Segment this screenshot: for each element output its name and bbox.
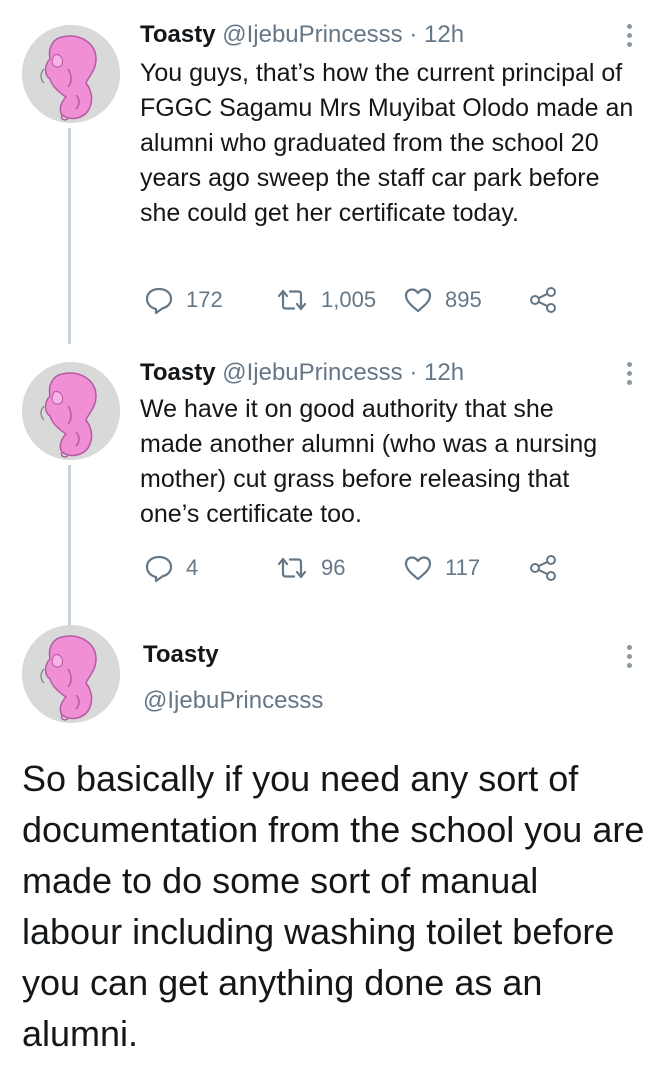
thread-tweet-1[interactable]: Toasty @IjebuPrincesss · 12h You guys, t… [0, 0, 661, 344]
tweet-text: So basically if you need any sort of doc… [22, 758, 645, 1054]
retweet-button[interactable]: 1,005 [275, 285, 376, 315]
display-name[interactable]: Toasty [143, 641, 219, 669]
separator-dot: · [409, 21, 418, 48]
tweet-header: Toasty @IjebuPrincesss · 12h [140, 358, 464, 388]
tweet-actions: 4 96 117 [140, 553, 580, 583]
retweet-icon [277, 289, 307, 311]
avatar[interactable] [22, 362, 120, 460]
retweet-button[interactable]: 96 [275, 553, 345, 583]
more-vertical-icon[interactable] [627, 24, 633, 51]
like-button[interactable]: 895 [403, 285, 482, 315]
tweet-actions: 172 1,005 895 [140, 285, 580, 315]
share-icon [530, 287, 556, 313]
tweet-header: Toasty @IjebuPrincesss · 12h [140, 20, 464, 50]
like-count: 895 [445, 287, 482, 312]
thread-connector-line [68, 465, 71, 628]
retweet-icon [277, 557, 307, 579]
heart-icon [404, 288, 432, 313]
avatar[interactable] [22, 25, 120, 123]
user-handle[interactable]: @IjebuPrincesss [143, 687, 323, 715]
main-tweet[interactable]: Toasty @IjebuPrincesss So basically if y… [0, 625, 661, 1067]
share-button[interactable] [528, 553, 570, 583]
retweet-count: 1,005 [321, 287, 377, 312]
separator-dot: · [409, 359, 418, 386]
reply-count: 4 [186, 555, 199, 580]
reply-button[interactable]: 4 [144, 553, 198, 583]
tweet-text: We have it on good authority that she ma… [140, 395, 598, 528]
like-button[interactable]: 117 [403, 553, 480, 583]
share-button[interactable] [528, 285, 570, 315]
avatar[interactable] [22, 625, 120, 723]
timestamp[interactable]: 12h [424, 21, 464, 48]
more-vertical-icon[interactable] [627, 362, 633, 389]
reply-button[interactable]: 172 [144, 285, 223, 315]
display-name[interactable]: Toasty [140, 21, 216, 48]
reply-icon [145, 287, 173, 314]
heart-icon [404, 556, 432, 581]
thread-tweet-2[interactable]: Toasty @IjebuPrincesss · 12h We have it … [0, 340, 661, 628]
timestamp[interactable]: 12h [424, 359, 464, 386]
more-vertical-icon[interactable] [627, 645, 633, 672]
display-name[interactable]: Toasty [140, 359, 216, 386]
retweet-count: 96 [321, 555, 346, 580]
like-count: 117 [445, 555, 481, 580]
reply-icon [145, 555, 173, 582]
thread-connector-line [68, 128, 71, 344]
share-icon [530, 555, 556, 581]
user-handle[interactable]: @IjebuPrincesss [222, 359, 402, 386]
tweet-text: You guys, that’s how the current princip… [140, 59, 634, 227]
user-handle[interactable]: @IjebuPrincesss [222, 21, 402, 48]
reply-count: 172 [186, 287, 223, 312]
